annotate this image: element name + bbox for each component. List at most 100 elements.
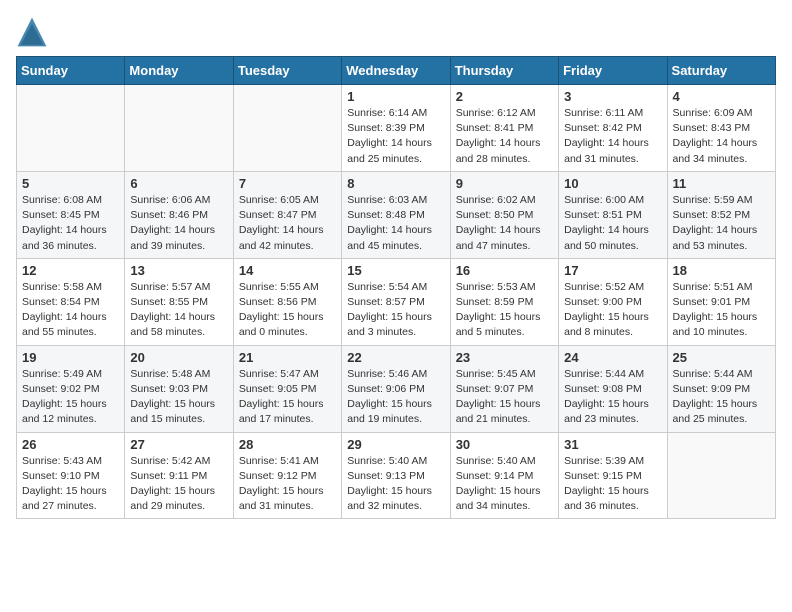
calendar-cell: 15 Sunrise: 5:54 AM Sunset: 8:57 PM Dayli… — [342, 258, 450, 345]
calendar-cell: 31 Sunrise: 5:39 AM Sunset: 9:15 PM Dayli… — [559, 432, 667, 519]
calendar-cell: 24Sunrise: 5:44 AM Sunset: 9:08 PM Dayli… — [559, 345, 667, 432]
day-number: 14 — [239, 263, 336, 278]
day-number: 7 — [239, 176, 336, 191]
day-info: Sunrise: 5:44 AM Sunset: 9:09 PM Dayligh… — [673, 367, 770, 428]
day-number: 22 — [347, 350, 444, 365]
day-info: Sunrise: 5:57 AM Sunset: 8:55 PM Dayligh… — [130, 280, 227, 341]
calendar-week-row: 12 Sunrise: 5:58 AM Sunset: 8:54 PM Dayli… — [17, 258, 776, 345]
calendar-cell: 3 Sunrise: 6:11 AM Sunset: 8:42 PM Daylig… — [559, 85, 667, 172]
calendar-cell: 17 Sunrise: 5:52 AM Sunset: 9:00 PM Dayli… — [559, 258, 667, 345]
day-number: 20 — [130, 350, 227, 365]
calendar-week-row: 19Sunrise: 5:49 AM Sunset: 9:02 PM Dayli… — [17, 345, 776, 432]
day-info: Sunrise: 6:03 AM Sunset: 8:48 PM Dayligh… — [347, 193, 444, 254]
calendar-cell: 19Sunrise: 5:49 AM Sunset: 9:02 PM Dayli… — [17, 345, 125, 432]
day-number: 16 — [456, 263, 553, 278]
calendar-cell: 20 Sunrise: 5:48 AM Sunset: 9:03 PM Dayli… — [125, 345, 233, 432]
calendar-cell: 9 Sunrise: 6:02 AM Sunset: 8:50 PM Daylig… — [450, 171, 558, 258]
calendar-cell: 28 Sunrise: 5:41 AM Sunset: 9:12 PM Dayli… — [233, 432, 341, 519]
day-info: Sunrise: 5:55 AM Sunset: 8:56 PM Dayligh… — [239, 280, 336, 341]
day-number: 13 — [130, 263, 227, 278]
day-info: Sunrise: 5:42 AM Sunset: 9:11 PM Dayligh… — [130, 454, 227, 515]
day-info: Sunrise: 5:46 AM Sunset: 9:06 PM Dayligh… — [347, 367, 444, 428]
day-info: Sunrise: 5:41 AM Sunset: 9:12 PM Dayligh… — [239, 454, 336, 515]
day-number: 4 — [673, 89, 770, 104]
day-info: Sunrise: 6:02 AM Sunset: 8:50 PM Dayligh… — [456, 193, 553, 254]
weekday-header-wednesday: Wednesday — [342, 57, 450, 85]
day-number: 26 — [22, 437, 119, 452]
day-number: 6 — [130, 176, 227, 191]
day-info: Sunrise: 5:45 AM Sunset: 9:07 PM Dayligh… — [456, 367, 553, 428]
day-number: 8 — [347, 176, 444, 191]
day-number: 2 — [456, 89, 553, 104]
day-info: Sunrise: 5:43 AM Sunset: 9:10 PM Dayligh… — [22, 454, 119, 515]
calendar-cell — [233, 85, 341, 172]
calendar-cell — [125, 85, 233, 172]
calendar-cell: 7 Sunrise: 6:05 AM Sunset: 8:47 PM Daylig… — [233, 171, 341, 258]
day-number: 25 — [673, 350, 770, 365]
day-info: Sunrise: 6:09 AM Sunset: 8:43 PM Dayligh… — [673, 106, 770, 167]
calendar-cell: 4 Sunrise: 6:09 AM Sunset: 8:43 PM Daylig… — [667, 85, 775, 172]
logo — [16, 16, 52, 48]
day-number: 15 — [347, 263, 444, 278]
calendar-cell: 14 Sunrise: 5:55 AM Sunset: 8:56 PM Dayli… — [233, 258, 341, 345]
day-info: Sunrise: 5:58 AM Sunset: 8:54 PM Dayligh… — [22, 280, 119, 341]
day-number: 10 — [564, 176, 661, 191]
day-info: Sunrise: 6:05 AM Sunset: 8:47 PM Dayligh… — [239, 193, 336, 254]
page-header — [16, 16, 776, 48]
day-number: 11 — [673, 176, 770, 191]
day-number: 28 — [239, 437, 336, 452]
day-number: 30 — [456, 437, 553, 452]
weekday-header-saturday: Saturday — [667, 57, 775, 85]
day-info: Sunrise: 5:49 AM Sunset: 9:02 PM Dayligh… — [22, 367, 119, 428]
day-info: Sunrise: 5:44 AM Sunset: 9:08 PM Dayligh… — [564, 367, 661, 428]
day-info: Sunrise: 5:39 AM Sunset: 9:15 PM Dayligh… — [564, 454, 661, 515]
calendar-cell: 29Sunrise: 5:40 AM Sunset: 9:13 PM Dayli… — [342, 432, 450, 519]
calendar-cell: 26 Sunrise: 5:43 AM Sunset: 9:10 PM Dayli… — [17, 432, 125, 519]
day-info: Sunrise: 6:12 AM Sunset: 8:41 PM Dayligh… — [456, 106, 553, 167]
day-number: 27 — [130, 437, 227, 452]
day-info: Sunrise: 5:40 AM Sunset: 9:13 PM Dayligh… — [347, 454, 444, 515]
calendar-cell: 23Sunrise: 5:45 AM Sunset: 9:07 PM Dayli… — [450, 345, 558, 432]
calendar-cell: 6 Sunrise: 6:06 AM Sunset: 8:46 PM Daylig… — [125, 171, 233, 258]
calendar-week-row: 5 Sunrise: 6:08 AM Sunset: 8:45 PM Daylig… — [17, 171, 776, 258]
calendar-cell — [667, 432, 775, 519]
day-number: 9 — [456, 176, 553, 191]
calendar-cell: 8 Sunrise: 6:03 AM Sunset: 8:48 PM Daylig… — [342, 171, 450, 258]
day-info: Sunrise: 5:52 AM Sunset: 9:00 PM Dayligh… — [564, 280, 661, 341]
calendar-week-row: 26 Sunrise: 5:43 AM Sunset: 9:10 PM Dayli… — [17, 432, 776, 519]
calendar-cell: 18Sunrise: 5:51 AM Sunset: 9:01 PM Dayli… — [667, 258, 775, 345]
day-info: Sunrise: 5:40 AM Sunset: 9:14 PM Dayligh… — [456, 454, 553, 515]
day-number: 5 — [22, 176, 119, 191]
calendar-cell: 25 Sunrise: 5:44 AM Sunset: 9:09 PM Dayli… — [667, 345, 775, 432]
logo-icon — [16, 16, 48, 48]
day-info: Sunrise: 5:54 AM Sunset: 8:57 PM Dayligh… — [347, 280, 444, 341]
weekday-header-friday: Friday — [559, 57, 667, 85]
weekday-header-thursday: Thursday — [450, 57, 558, 85]
day-info: Sunrise: 6:00 AM Sunset: 8:51 PM Dayligh… — [564, 193, 661, 254]
calendar-cell: 5 Sunrise: 6:08 AM Sunset: 8:45 PM Daylig… — [17, 171, 125, 258]
weekday-header-monday: Monday — [125, 57, 233, 85]
day-info: Sunrise: 6:06 AM Sunset: 8:46 PM Dayligh… — [130, 193, 227, 254]
day-number: 17 — [564, 263, 661, 278]
calendar-cell: 22 Sunrise: 5:46 AM Sunset: 9:06 PM Dayli… — [342, 345, 450, 432]
calendar-week-row: 1Sunrise: 6:14 AM Sunset: 8:39 PM Daylig… — [17, 85, 776, 172]
day-number: 3 — [564, 89, 661, 104]
day-info: Sunrise: 5:47 AM Sunset: 9:05 PM Dayligh… — [239, 367, 336, 428]
day-info: Sunrise: 5:48 AM Sunset: 9:03 PM Dayligh… — [130, 367, 227, 428]
calendar-cell: 13 Sunrise: 5:57 AM Sunset: 8:55 PM Dayli… — [125, 258, 233, 345]
day-info: Sunrise: 6:08 AM Sunset: 8:45 PM Dayligh… — [22, 193, 119, 254]
day-number: 31 — [564, 437, 661, 452]
day-info: Sunrise: 5:59 AM Sunset: 8:52 PM Dayligh… — [673, 193, 770, 254]
calendar-cell: 21Sunrise: 5:47 AM Sunset: 9:05 PM Dayli… — [233, 345, 341, 432]
day-number: 1 — [347, 89, 444, 104]
weekday-header-sunday: Sunday — [17, 57, 125, 85]
calendar-cell: 11 Sunrise: 5:59 AM Sunset: 8:52 PM Dayli… — [667, 171, 775, 258]
day-number: 12 — [22, 263, 119, 278]
weekday-header-row: SundayMondayTuesdayWednesdayThursdayFrid… — [17, 57, 776, 85]
calendar-cell: 12 Sunrise: 5:58 AM Sunset: 8:54 PM Dayli… — [17, 258, 125, 345]
calendar-cell: 27 Sunrise: 5:42 AM Sunset: 9:11 PM Dayli… — [125, 432, 233, 519]
calendar-cell — [17, 85, 125, 172]
calendar-cell: 2 Sunrise: 6:12 AM Sunset: 8:41 PM Daylig… — [450, 85, 558, 172]
day-info: Sunrise: 6:11 AM Sunset: 8:42 PM Dayligh… — [564, 106, 661, 167]
calendar-cell: 30 Sunrise: 5:40 AM Sunset: 9:14 PM Dayli… — [450, 432, 558, 519]
